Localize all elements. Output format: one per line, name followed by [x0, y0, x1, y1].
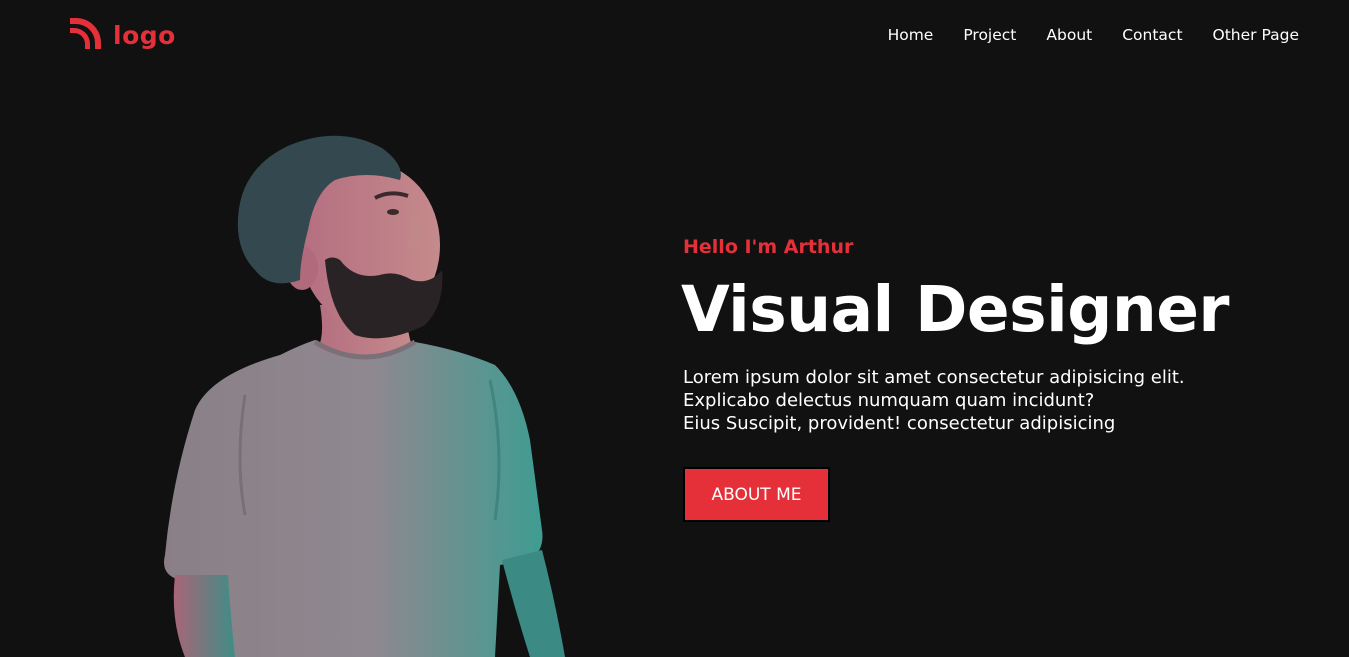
nav-link-project[interactable]: Project: [963, 26, 1016, 44]
hero-description-line: Eius Suscipit, provident! consectetur ad…: [683, 413, 1116, 434]
nav-link-other-page[interactable]: Other Page: [1213, 26, 1299, 44]
logo[interactable]: logo: [68, 15, 176, 55]
logo-text: logo: [113, 20, 176, 50]
nav-link-contact[interactable]: Contact: [1122, 26, 1182, 44]
page: logo Home Project About Contact Other Pa…: [0, 0, 1349, 657]
hero-description-line: Lorem ipsum dolor sit amet consectetur a…: [683, 367, 1185, 388]
nav-link-home[interactable]: Home: [888, 26, 934, 44]
hero-title: Visual Designer: [681, 273, 1230, 346]
main-nav: Home Project About Contact Other Page: [888, 26, 1299, 44]
nav-link-about[interactable]: About: [1046, 26, 1092, 44]
logo-icon: [68, 15, 104, 55]
about-me-button[interactable]: ABOUT ME: [683, 467, 830, 522]
hero-description-line: Explicabo delectus numquam quam incidunt…: [683, 390, 1095, 411]
hero-greeting: Hello I'm Arthur: [683, 236, 854, 258]
hero-description: Lorem ipsum dolor sit amet consectetur a…: [683, 366, 1243, 435]
hero-portrait: [164, 135, 565, 657]
